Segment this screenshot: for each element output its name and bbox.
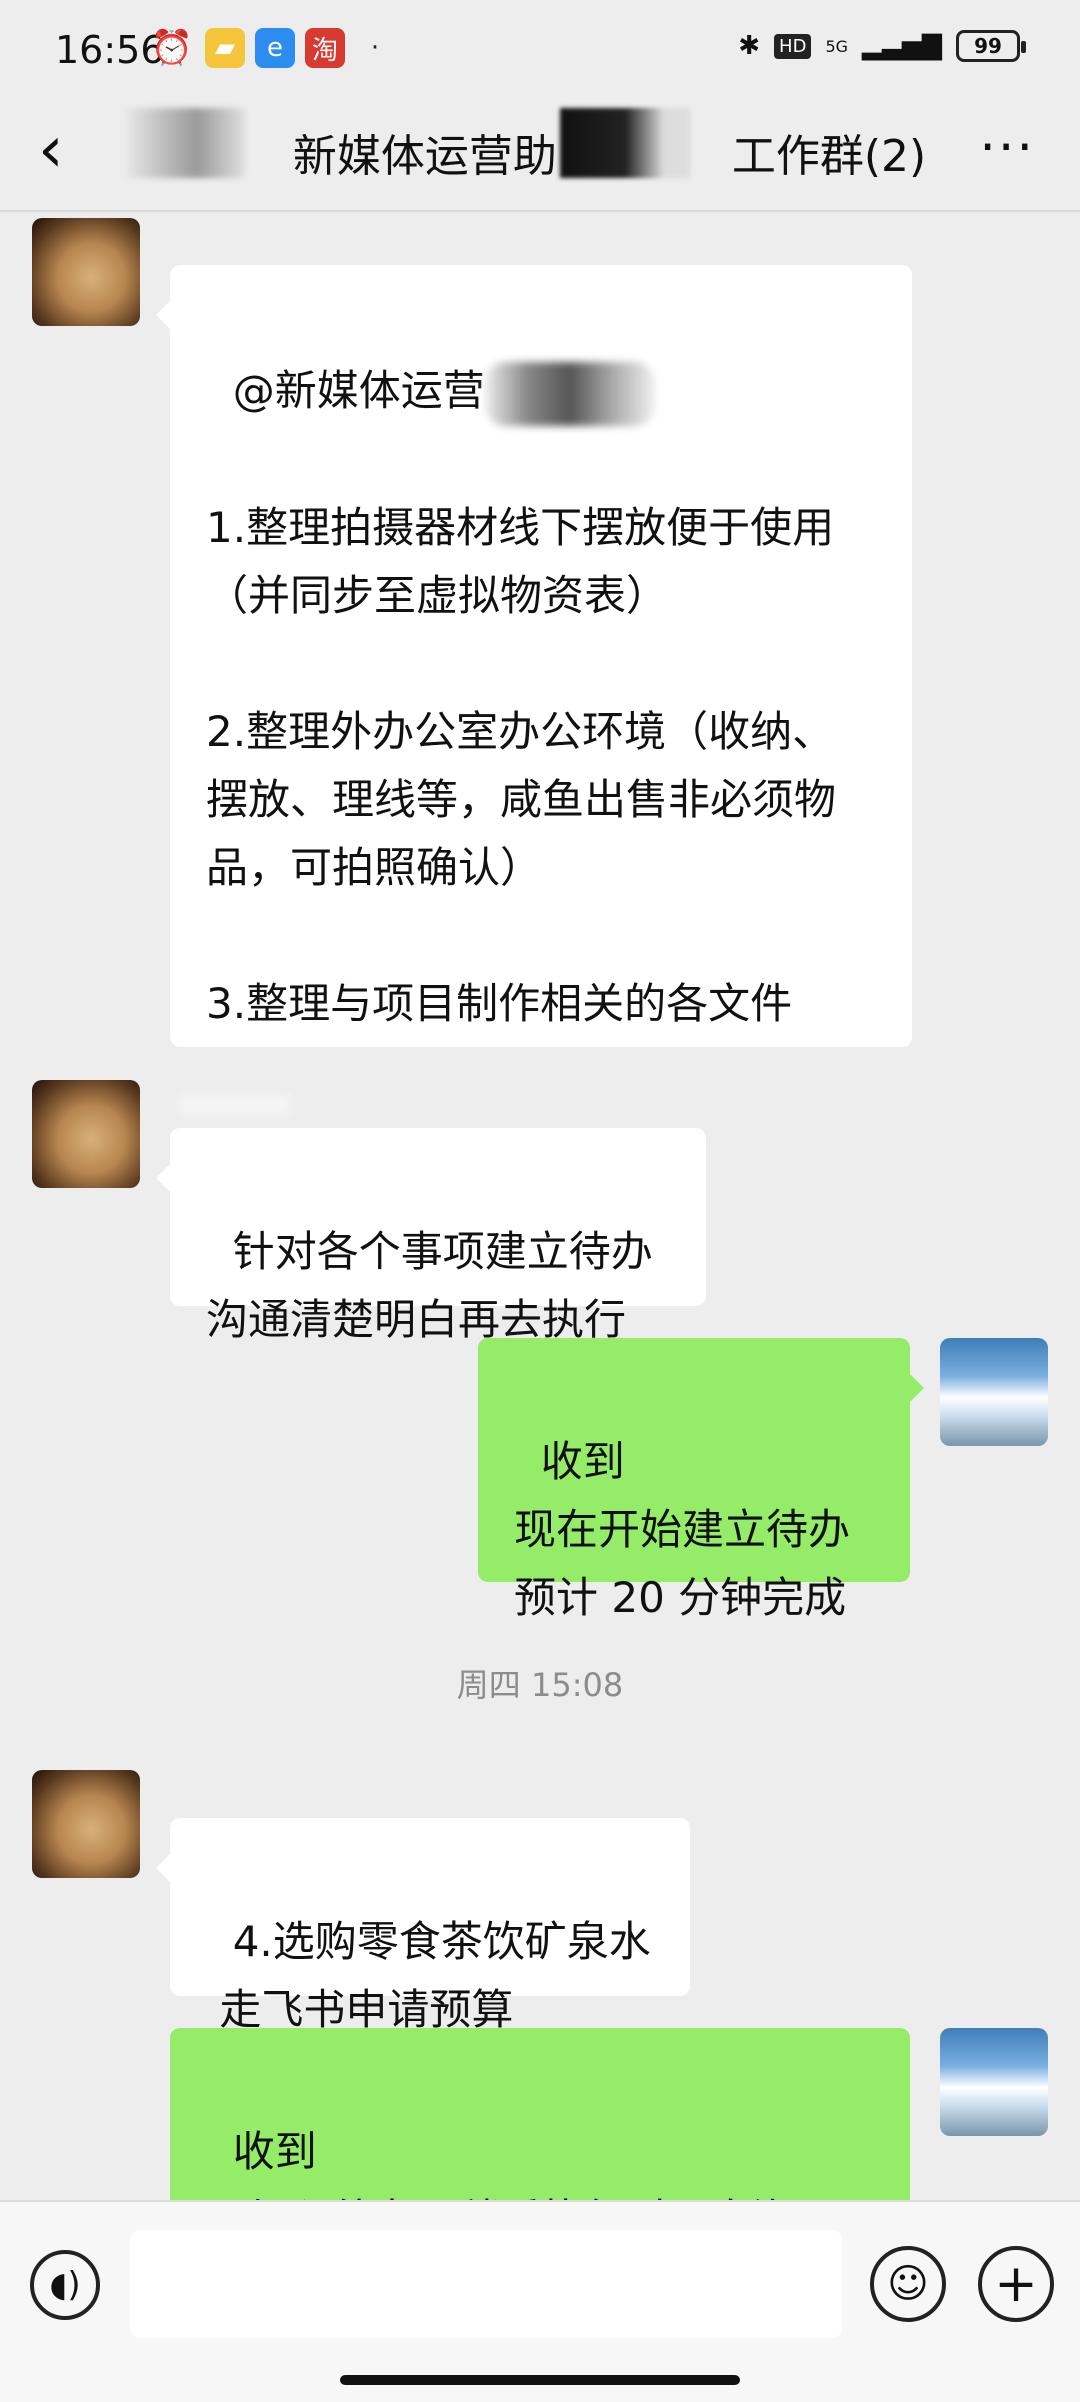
message-text: 1.整理拍摄器材线下摆放便于使用（并同步至虚拟物资表） 2.整理外办公室办公环境… [206, 502, 837, 1028]
title-part1: 新媒体运营助 [292, 131, 557, 182]
mention-text: @新媒体运营 [232, 366, 485, 415]
redaction-blur [180, 1095, 290, 1115]
home-indicator[interactable] [340, 2375, 740, 2385]
status-bar: 16:56 ⏰ ▰ e 淘 · ✱ HD 5G ▂▃▅▇ 99 [0, 0, 1080, 100]
message-bubble[interactable]: 收到 已加入待办，稍后执行时再次沟通 [170, 2028, 910, 2218]
battery-icon: 99 [956, 30, 1026, 62]
timestamp: 周四 15:08 [456, 1666, 624, 1704]
title-part2: 工作群(2) [731, 131, 927, 182]
input-bar: ◖) ☺ + [0, 2200, 1080, 2402]
message-bubble[interactable]: 针对各个事项建立待办 沟通清楚明白再去执行 [156, 1128, 706, 1344]
status-time: 16:56 [55, 28, 165, 72]
signal-icon: ▂▃▅▇ [862, 31, 942, 61]
message-bubble[interactable]: 4.选购零食茶饮矿泉水 走飞书申请预算 [156, 1818, 690, 2034]
voice-icon[interactable]: ◖) [30, 2250, 100, 2320]
alarm-icon: ⏰ [150, 28, 194, 68]
folder-icon: ▰ [205, 28, 245, 68]
network-label: 5G [825, 36, 849, 56]
browser-icon: e [255, 28, 295, 68]
message-text: 针对各个事项建立待办 沟通清楚明白再去执行 [206, 1227, 653, 1344]
message-bubble[interactable]: @新媒体运营 1.整理拍摄器材线下摆放便于使用（并同步至虚拟物资表） 2.整理外… [156, 265, 912, 1047]
plus-icon[interactable]: + [978, 2246, 1054, 2322]
snow-mountain-avatar[interactable] [940, 1338, 1048, 1446]
message-text: 4.选购零食茶饮矿泉水 走飞书申请预算 [219, 1917, 651, 2034]
message-text: 收到 现在开始建立待办 预计 20 分钟完成 [514, 1437, 851, 1622]
bluetooth-icon: ✱ [738, 31, 761, 61]
dot-icon: · [370, 33, 380, 63]
lion-avatar[interactable] [32, 1770, 140, 1878]
snow-mountain-avatar[interactable] [940, 2028, 1048, 2136]
header-divider [0, 210, 1080, 212]
message-bubble[interactable]: 收到 现在开始建立待办 预计 20 分钟完成 [478, 1338, 924, 1622]
back-chevron-icon[interactable]: ‹ [38, 118, 64, 182]
hd-badge: HD [774, 33, 812, 59]
message-input[interactable] [130, 2230, 842, 2338]
emoji-icon[interactable]: ☺ [870, 2246, 946, 2322]
chat-header: ‹ 新媒体运营助 工作群(2) ··· [0, 100, 1080, 210]
lion-avatar[interactable] [32, 1080, 140, 1188]
battery-level: 99 [974, 34, 1002, 58]
redaction-blur [560, 108, 690, 178]
taobao-icon: 淘 [305, 28, 345, 68]
redaction-blur [125, 108, 245, 178]
status-right: ✱ HD 5G ▂▃▅▇ 99 [738, 30, 1026, 62]
redaction-blur [484, 361, 655, 426]
lion-avatar[interactable] [32, 218, 140, 326]
more-dots-icon[interactable]: ··· [979, 118, 1035, 178]
